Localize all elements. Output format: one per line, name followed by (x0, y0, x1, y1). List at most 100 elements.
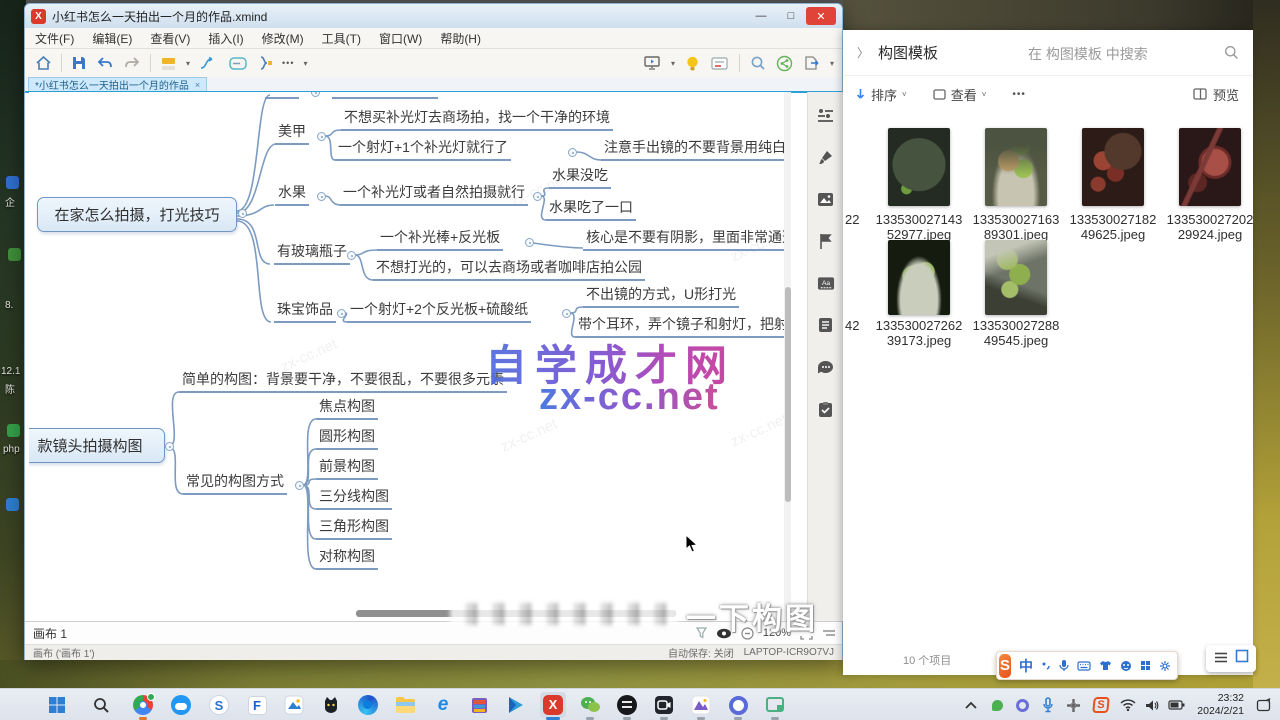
notification-center-icon[interactable] (1252, 694, 1274, 716)
mindmap-topic-nails-tip2[interactable]: 一个射灯+1个补光灯就行了 (335, 138, 511, 161)
winrar-icon[interactable] (466, 692, 492, 718)
thumbnail-image[interactable] (888, 240, 950, 315)
topic-toggle-icon[interactable] (295, 481, 304, 490)
mindmap-topic-comp-item[interactable]: 三分线构图 (316, 487, 392, 510)
mindmap-topic-clothing[interactable]: 服装 (265, 92, 299, 99)
boundary-button[interactable] (228, 52, 248, 74)
tray-green-icon[interactable] (986, 694, 1008, 716)
wechat-icon[interactable] (577, 692, 603, 718)
folder-title[interactable]: 构图模板 (878, 42, 938, 63)
marker-flag-icon[interactable] (817, 232, 835, 250)
summary-button[interactable] (257, 52, 273, 74)
topic-toggle-icon[interactable] (337, 309, 346, 318)
mindmap-topic-comp-item[interactable]: 圆形构图 (316, 427, 378, 450)
thumbnail-image[interactable] (1179, 128, 1241, 206)
menu-window[interactable]: 窗口(W) (379, 30, 422, 47)
screen-capture-icon[interactable] (762, 692, 788, 718)
mindmap-root-topic[interactable]: 在家怎么拍摄，打光技巧 (37, 197, 237, 232)
minimize-button[interactable]: — (746, 7, 776, 25)
more-dropdown-caret[interactable]: ▾ (303, 59, 307, 68)
thumbnail-image[interactable] (985, 128, 1047, 206)
file-explorer-icon[interactable] (392, 692, 418, 718)
vertical-scrollbar[interactable] (785, 287, 791, 502)
punctuation-icon[interactable] (1041, 661, 1051, 671)
sheet-tab[interactable]: 画布 1 (33, 625, 67, 642)
search-icon[interactable] (1224, 45, 1239, 60)
format-factory-icon[interactable]: F (244, 692, 270, 718)
ring-app-icon[interactable] (725, 692, 751, 718)
task-checklist-icon[interactable] (817, 400, 835, 418)
slide-card-button[interactable] (710, 52, 729, 74)
mindmap-topic-fruit-note2[interactable]: 水果吃了一口 (546, 198, 636, 221)
mindmap-topic-comp-common[interactable]: 常见的构图方式 (183, 472, 287, 495)
sheet-dropdown-caret[interactable]: ▾ (186, 59, 190, 68)
battery-icon[interactable] (1165, 694, 1187, 716)
tray-expand-chevron-icon[interactable] (960, 694, 982, 716)
volume-icon[interactable] (1141, 694, 1163, 716)
desktop-icon-fragment[interactable] (7, 424, 20, 437)
filename-label[interactable]: 13353002718249625.jpeg (1068, 212, 1158, 242)
mindmap-topic-nails[interactable]: 美甲 (275, 122, 309, 145)
menu-view[interactable]: 查看(V) (150, 30, 190, 47)
mindmap-topic-fruit-note1[interactable]: 水果没吃 (549, 166, 611, 189)
wifi-icon[interactable] (1117, 694, 1139, 716)
soft-keyboard-icon[interactable] (1077, 661, 1091, 671)
idea-lightbulb-button[interactable] (685, 52, 700, 74)
topic-toggle-icon[interactable] (562, 309, 571, 318)
share-button[interactable] (776, 52, 793, 74)
mindmap-topic-jewelry-note1[interactable]: 不出镜的方式，U形打光 (583, 285, 739, 308)
view-button[interactable]: 查看 ˅ (933, 85, 987, 104)
mindmap-topic-comp-item[interactable]: 前景构图 (316, 457, 378, 480)
filename-label[interactable]: 13353002716389301.jpeg (971, 212, 1061, 242)
tray-gamepad-icon[interactable] (1062, 694, 1084, 716)
home-button[interactable] (35, 52, 52, 74)
mountain-app-icon[interactable] (688, 692, 714, 718)
mindmap-canvas[interactable]: zx-cc.net zx-cc.net zx-cc.net zx-cc.net … (29, 92, 791, 621)
mindmap-topic-glass-note1[interactable]: 核心是不要有阴影，里面非常通透 (583, 228, 791, 251)
potplayer-icon[interactable] (503, 692, 529, 718)
edge-icon[interactable] (355, 692, 381, 718)
close-button[interactable]: ✕ (806, 7, 836, 25)
outline-toggle-icon[interactable] (822, 628, 836, 638)
topic-toggle-icon[interactable] (525, 238, 534, 247)
thumbnail-image[interactable] (985, 240, 1047, 315)
square-window-icon[interactable] (1235, 649, 1249, 668)
mindmap-topic-glass[interactable]: 有玻璃瓶子 (274, 242, 350, 265)
skin-shirt-icon[interactable] (1099, 660, 1112, 671)
thumbnail-image[interactable] (888, 128, 950, 206)
redo-button[interactable] (123, 52, 141, 74)
chinese-mode-icon[interactable]: 中 (1019, 656, 1033, 676)
document-tab[interactable]: *小红书怎么一天拍出一个月的作品 × (28, 77, 207, 91)
settings-gear-icon[interactable] (1159, 660, 1171, 672)
s-app-icon[interactable]: S (206, 692, 232, 718)
relationship-button[interactable] (199, 52, 219, 74)
sogou-logo-icon[interactable]: S (999, 654, 1011, 678)
internet-explorer-icon[interactable]: e (430, 692, 456, 718)
mindmap-topic-nails-note[interactable]: 注意手出镜的不要背景用纯白的显黑 (601, 138, 791, 161)
mindmap-topic-comp-item[interactable]: 焦点构图 (316, 397, 378, 420)
mindmap-topic-glass-tip1[interactable]: 一个补光棒+反光板 (377, 228, 503, 251)
mindmap-topic-jewelry[interactable]: 珠宝饰品 (274, 300, 336, 323)
topic-toggle-icon[interactable] (347, 251, 356, 260)
smart-assistant-icon[interactable] (1120, 660, 1132, 672)
sheet-button[interactable] (160, 52, 177, 74)
export-button[interactable] (803, 52, 820, 74)
mindmap-root-topic-2[interactable]: 款镜头拍摄构图 (29, 428, 165, 463)
tab-close-icon[interactable]: × (195, 80, 200, 90)
voice-input-icon[interactable] (1059, 659, 1069, 672)
search-taskbar-icon[interactable] (88, 692, 114, 718)
thumbnail-image[interactable] (1082, 128, 1144, 206)
topic-toggle-icon[interactable] (317, 132, 326, 141)
topic-toggle-icon[interactable] (311, 92, 320, 97)
mindmap-topic-nails-tip1[interactable]: 不想买补光灯去商场拍，找一个干净的环境 (341, 108, 613, 131)
export-caret[interactable]: ▾ (830, 59, 834, 68)
tray-ring-icon[interactable] (1011, 694, 1033, 716)
start-button[interactable] (44, 692, 70, 718)
filename-label[interactable]: 13353002714352977.jpeg (874, 212, 964, 242)
more-tools-button[interactable]: ••• (282, 52, 294, 74)
mindmap-topic-fruit[interactable]: 水果 (275, 183, 309, 206)
presentation-button[interactable] (643, 52, 661, 74)
taskbar-clock[interactable]: 23:32 2024/2/21 (1197, 692, 1244, 718)
menu-help[interactable]: 帮助(H) (440, 30, 481, 47)
menu-modify[interactable]: 修改(M) (262, 30, 304, 47)
